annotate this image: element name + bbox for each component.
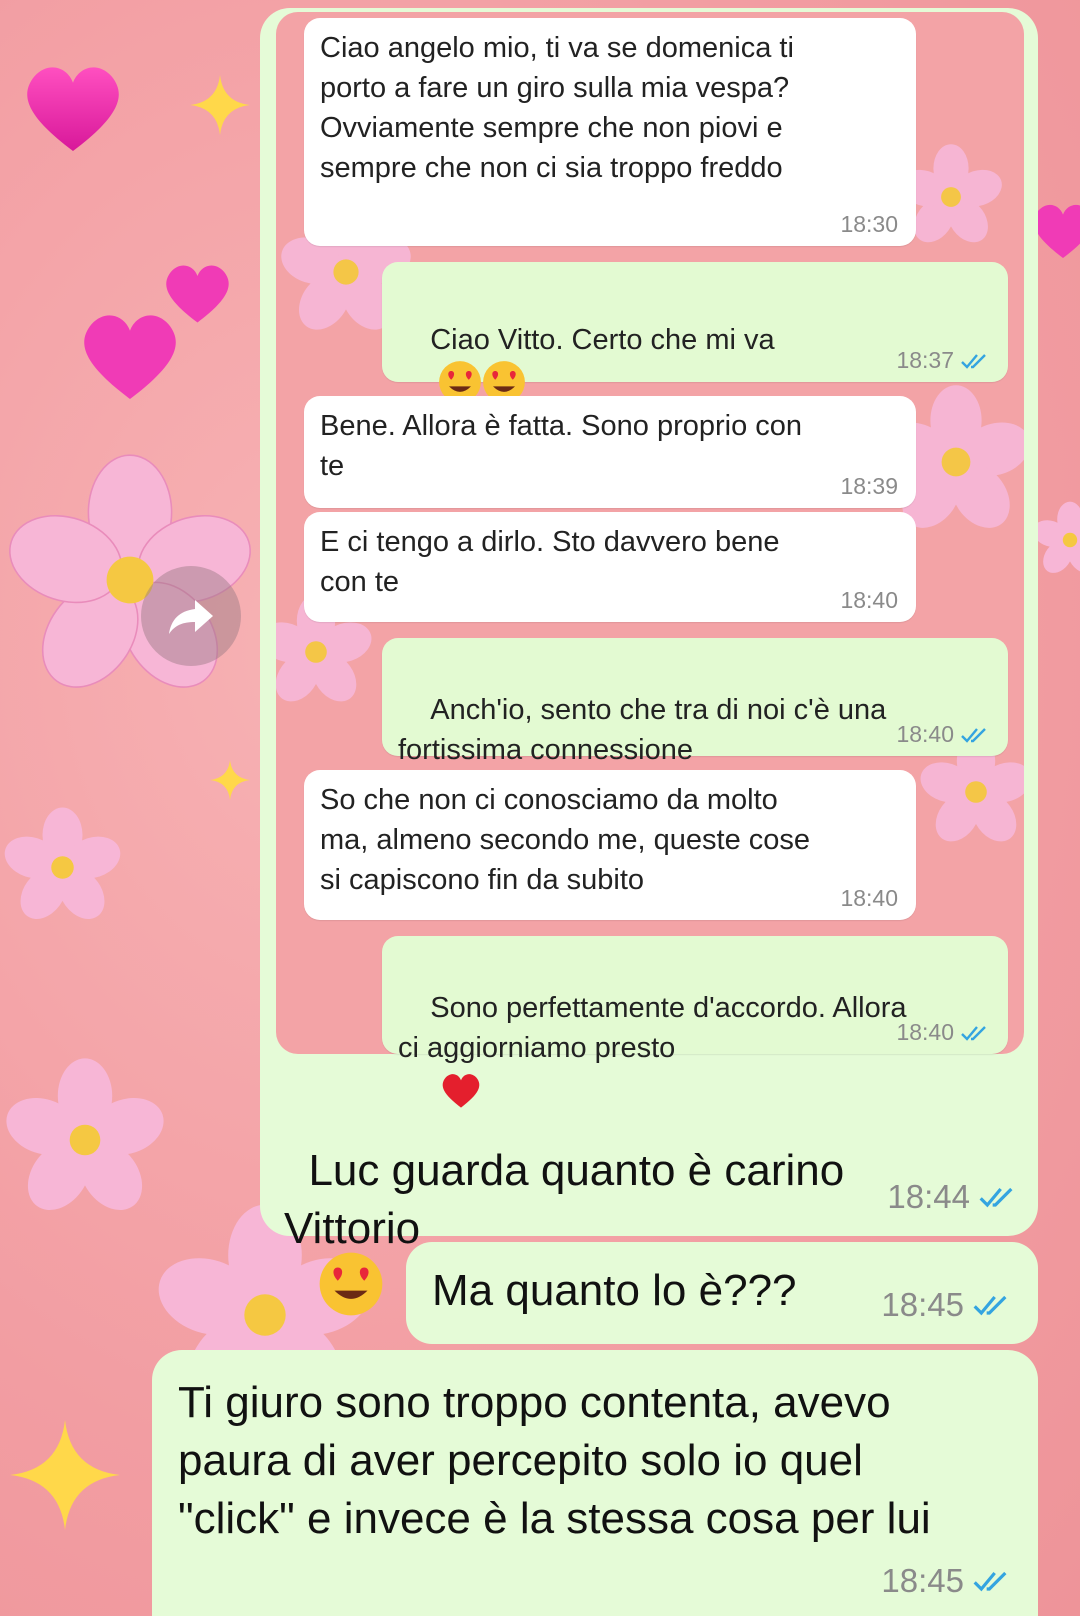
message-time: 18:40 <box>840 885 898 911</box>
sparkle-decoration <box>210 760 250 800</box>
double-check-icon <box>979 1187 1013 1208</box>
message-time: 18:40 <box>840 587 898 613</box>
forward-icon <box>169 600 213 634</box>
message-text: Anch'io, sento che tra di noi c'è una fo… <box>398 694 887 766</box>
message-time: 18:40 <box>896 721 954 747</box>
double-check-icon <box>961 353 986 369</box>
double-check-icon <box>973 1295 1007 1316</box>
sparkle-decoration <box>190 75 250 135</box>
inner-message-outgoing: Anch'io, sento che tra di noi c'è una fo… <box>382 638 1008 810</box>
double-check-icon <box>973 1571 1007 1592</box>
inner-message-outgoing: Sono perfettamente d'accordo. Allora ci … <box>382 936 1008 1108</box>
heart-decoration <box>84 315 176 399</box>
message-time: 18:44 <box>887 1178 970 1215</box>
inner-message-incoming: Bene. Allora è fatta. Sono proprio con t… <box>304 396 916 508</box>
outgoing-message[interactable]: Ma quanto lo è??? 18:45 <box>406 1242 1038 1344</box>
double-check-icon <box>961 1025 986 1041</box>
outgoing-message[interactable]: Ti giuro sono troppo contenta, avevo pau… <box>152 1350 1038 1616</box>
message-text: Ciao Vitto. Certo che mi va <box>430 324 775 356</box>
inner-message-incoming: E ci tengo a dirlo. Sto davvero bene con… <box>304 512 916 622</box>
double-check-icon <box>961 727 986 743</box>
message-time: 18:30 <box>840 211 898 237</box>
inner-message-outgoing: Ciao Vitto. Certo che mi va 18:37 <box>382 262 1008 403</box>
forward-button[interactable] <box>141 566 241 666</box>
inner-message-incoming: Ciao angelo mio, ti va se domenica ti po… <box>304 18 916 246</box>
inner-message-incoming: So che non ci conosciamo da molto ma, al… <box>304 770 916 920</box>
flower-decoration <box>6 1058 164 1210</box>
message-text: Ti giuro sono troppo contenta, avevo pau… <box>178 1378 931 1543</box>
message-time: 18:40 <box>896 1019 954 1045</box>
message-time: 18:45 <box>881 1562 964 1599</box>
caption-text: Luc guarda quanto è carino Vittorio <box>284 1146 845 1253</box>
message-text: Ciao angelo mio, ti va se domenica ti po… <box>320 32 794 184</box>
message-text: E ci tengo a dirlo. Sto davvero bene con… <box>320 526 780 598</box>
message-text: Ma quanto lo è??? <box>432 1266 797 1315</box>
message-time: 18:37 <box>896 347 954 373</box>
caption-meta: 18:44 <box>887 1178 1018 1216</box>
message-text: Sono perfettamente d'accordo. Allora ci … <box>398 992 907 1064</box>
heart-eyes-emoji <box>320 1253 383 1316</box>
message-time: 18:45 <box>881 1286 964 1323</box>
message-text: Bene. Allora è fatta. Sono proprio con t… <box>320 410 803 482</box>
flower-decoration <box>4 807 121 919</box>
message-time: 18:39 <box>840 473 898 499</box>
sparkle-decoration <box>10 1420 120 1530</box>
message-text: So che non ci conosciamo da molto ma, al… <box>320 784 811 896</box>
heart-decoration <box>27 67 119 151</box>
